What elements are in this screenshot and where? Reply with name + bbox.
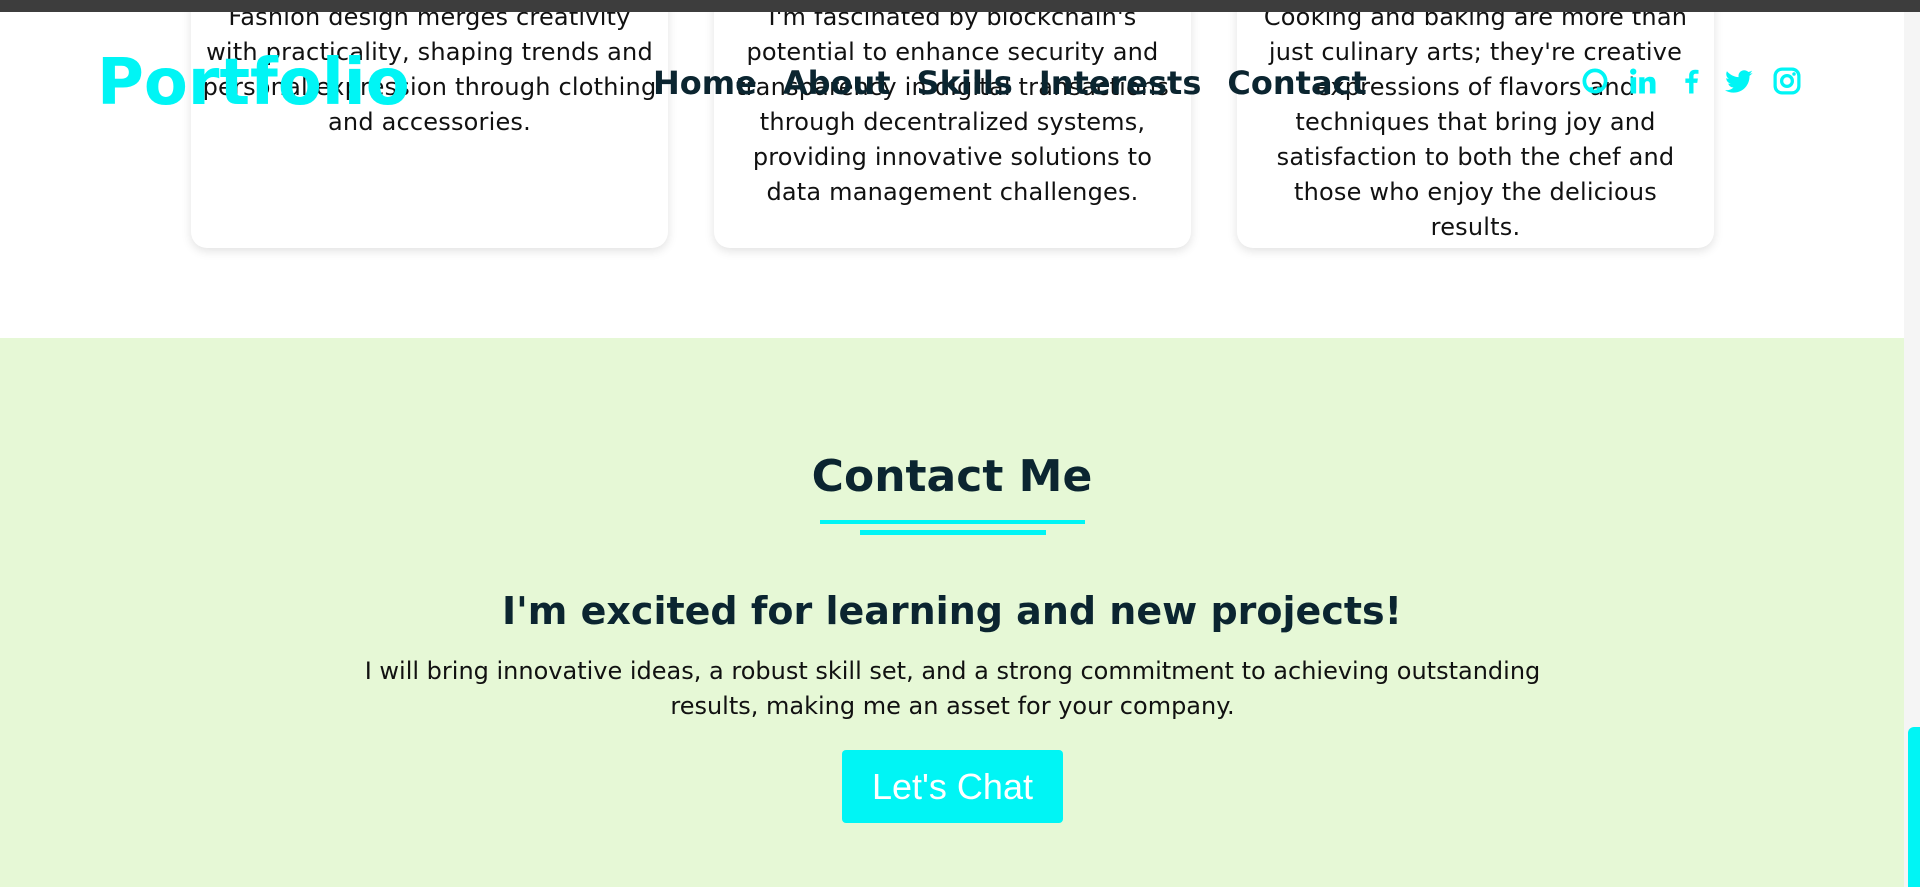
card-line: those who enjoy the delicious results. bbox=[1294, 178, 1657, 241]
instagram-icon[interactable] bbox=[1770, 64, 1804, 98]
main-nav: Home About Skills Interests Contact bbox=[653, 62, 1367, 104]
page: Fashion design merges creativity with pr… bbox=[0, 0, 1920, 887]
title-underline-short bbox=[860, 530, 1046, 535]
nav-home[interactable]: Home bbox=[653, 62, 757, 104]
nav-about[interactable]: About bbox=[783, 62, 891, 104]
interest-card-fashion: Fashion design merges creativity with pr… bbox=[191, 0, 668, 248]
browser-top-bar bbox=[0, 0, 1920, 12]
facebook-icon[interactable] bbox=[1674, 64, 1708, 98]
github-icon[interactable] bbox=[1578, 64, 1612, 98]
title-underline bbox=[820, 520, 1085, 524]
contact-subtitle: I'm excited for learning and new project… bbox=[502, 589, 1402, 633]
interest-card-blockchain: I'm fascinated by blockchain's potential… bbox=[714, 0, 1191, 248]
card-line: techniques that bring joy and bbox=[1295, 108, 1656, 136]
contact-section: Contact Me I'm excited for learning and … bbox=[0, 338, 1904, 887]
contact-description-line: results, making me an asset for your com… bbox=[670, 692, 1235, 720]
nav-interests[interactable]: Interests bbox=[1039, 62, 1202, 104]
card-line: providing innovative solutions to bbox=[752, 143, 1153, 171]
logo[interactable]: Portfolio bbox=[97, 48, 410, 118]
interest-card-text: Cooking and baking are more than just cu… bbox=[1247, 0, 1704, 245]
lets-chat-button[interactable]: Let's Chat bbox=[842, 750, 1063, 823]
card-line: data management challenges. bbox=[766, 178, 1139, 206]
social-links bbox=[1578, 64, 1804, 98]
twitter-icon[interactable] bbox=[1722, 64, 1756, 98]
nav-contact[interactable]: Contact bbox=[1227, 62, 1366, 104]
linkedin-icon[interactable] bbox=[1626, 64, 1660, 98]
scrollbar-thumb[interactable] bbox=[1908, 727, 1920, 887]
interest-card-text: I'm fascinated by blockchain's potential… bbox=[724, 0, 1181, 210]
interest-card-cooking: Cooking and baking are more than just cu… bbox=[1237, 0, 1714, 248]
contact-description-line: I will bring innovative ideas, a robust … bbox=[364, 657, 1541, 685]
contact-title: Contact Me bbox=[811, 451, 1093, 502]
contact-description: I will bring innovative ideas, a robust … bbox=[360, 654, 1545, 724]
nav-skills[interactable]: Skills bbox=[917, 62, 1013, 104]
card-line: through decentralized systems, bbox=[759, 108, 1146, 136]
card-line: satisfaction to both the chef and bbox=[1276, 143, 1675, 171]
